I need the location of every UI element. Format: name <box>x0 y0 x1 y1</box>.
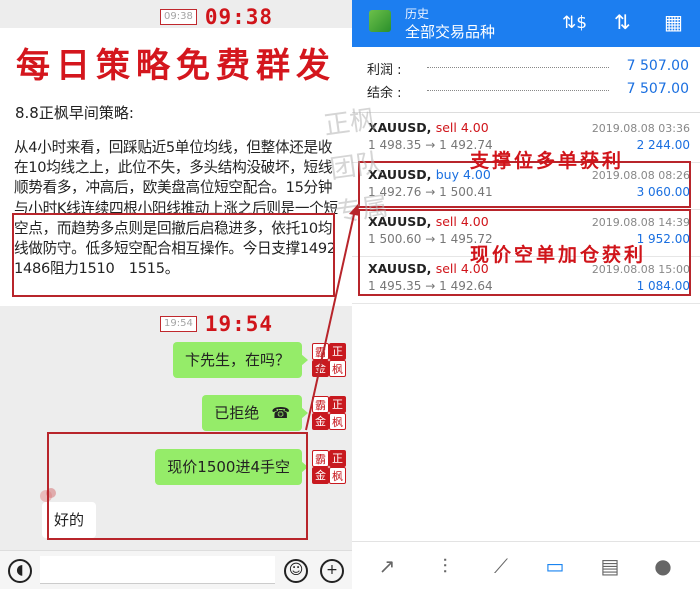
connector-arrow <box>305 204 360 431</box>
screenshot-root: 09:38 09:38 每日策略免费群发 8.8正枫早间策略: 从4小时来看，回… <box>0 0 700 589</box>
